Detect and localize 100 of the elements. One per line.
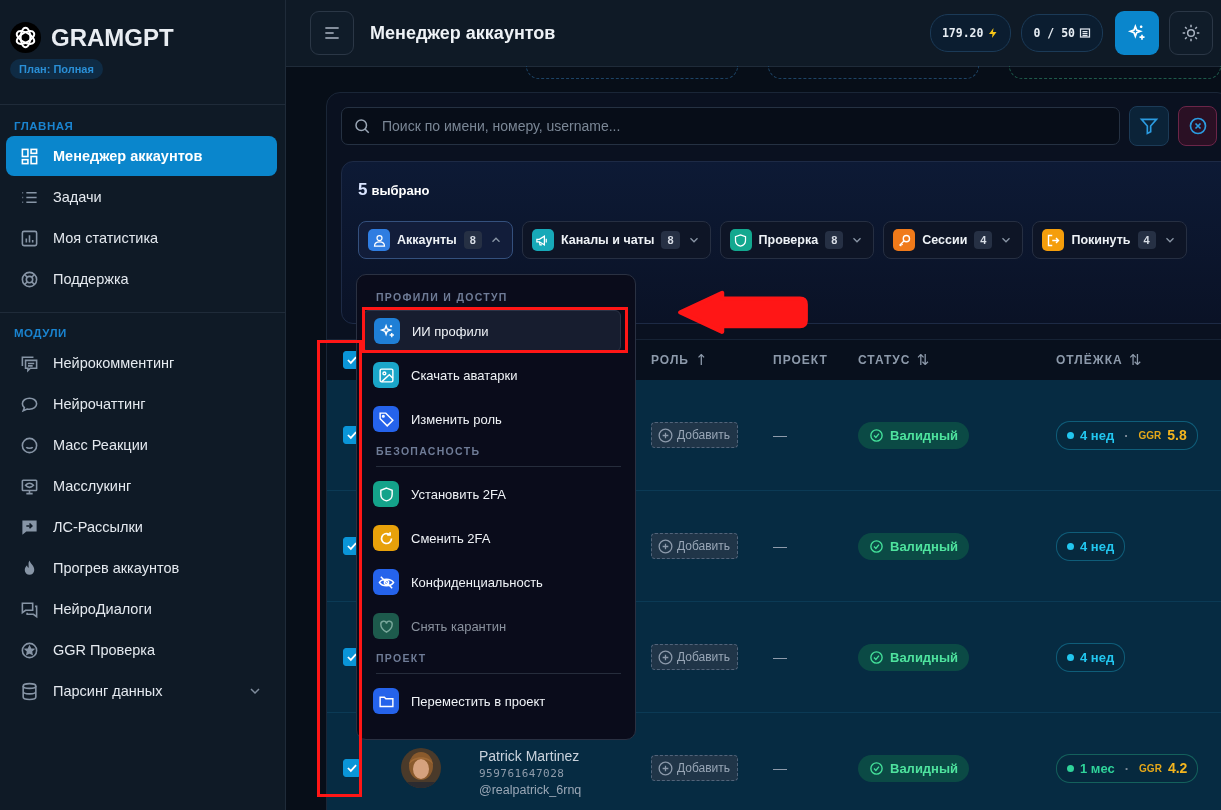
add-role-button[interactable]: Добавить xyxy=(651,755,739,781)
logo-icon xyxy=(10,22,41,53)
chart-icon xyxy=(20,228,39,248)
account-name: Patrick Martinez xyxy=(479,747,581,764)
tag-icon xyxy=(377,410,395,428)
username: @realpatrick_6rnq xyxy=(479,782,583,797)
filter-icon xyxy=(1139,116,1159,136)
nav-item[interactable]: Нейрочаттинг xyxy=(6,384,277,424)
add-role-button[interactable]: Добавить xyxy=(651,644,739,670)
section-heading: МОДУЛИ xyxy=(13,327,68,341)
message-arrow-icon xyxy=(20,517,39,537)
action-group-button[interactable]: Проверка 8 xyxy=(719,221,875,259)
project-cell: — xyxy=(773,538,787,554)
filter-button[interactable] xyxy=(1129,106,1169,146)
status-badge: Валидный xyxy=(858,532,970,560)
check-circle-icon xyxy=(869,760,884,776)
age-badge: 4 нед xyxy=(1056,531,1126,561)
check-circle-icon xyxy=(869,649,884,665)
clear-button[interactable] xyxy=(1178,106,1217,146)
grid-icon xyxy=(20,146,39,166)
selected-count: 5 xyxy=(358,180,368,200)
column-header[interactable]: СТАТУС xyxy=(858,353,911,367)
column-header[interactable]: ОТЛЁЖКА xyxy=(1056,353,1123,367)
eye-off-icon xyxy=(377,573,395,591)
database-icon xyxy=(20,681,39,701)
menu-section-heading: ПРОФИЛИ И ДОСТУП xyxy=(375,290,509,305)
menu-item[interactable]: Скачать аватарки xyxy=(363,354,621,396)
selected-label: выбрано xyxy=(371,183,430,198)
nav-item[interactable]: НейроДиалоги xyxy=(6,589,277,629)
action-group-button[interactable]: Аккаунты 8 xyxy=(358,221,513,259)
nav-item[interactable]: Моя статистика xyxy=(6,218,277,258)
age-badge: 1 мес · GGR 4.2 xyxy=(1056,753,1199,783)
nav-item[interactable]: Прогрев аккаунтов xyxy=(6,548,277,588)
menu-section-heading: ПРОЕКТ xyxy=(375,651,428,666)
list-icon xyxy=(1079,27,1091,39)
theme-toggle-button[interactable] xyxy=(1169,11,1213,55)
nav-item[interactable]: Нейрокомментинг xyxy=(6,343,277,383)
nav-item[interactable]: Масс Реакции xyxy=(6,425,277,465)
plus-circle-icon xyxy=(657,648,674,666)
sparkle-icon xyxy=(378,322,396,340)
exit-icon xyxy=(1045,232,1061,248)
limit-pill: 0 / 50 xyxy=(1021,14,1103,52)
chat-bubble-icon xyxy=(20,394,39,414)
plus-circle-icon xyxy=(657,537,674,555)
sort-icon[interactable]: ⇅ xyxy=(1128,351,1142,369)
status-badge: Валидный xyxy=(858,421,970,449)
ai-button[interactable] xyxy=(1115,11,1159,55)
phone-number: 959761647028 xyxy=(479,766,566,780)
menu-item[interactable]: Переместить в проект xyxy=(363,680,621,722)
menu-section-heading: БЕЗОПАСНОСТЬ xyxy=(375,444,482,459)
check-circle-icon xyxy=(869,538,884,554)
count-badge: 8 xyxy=(661,231,680,249)
action-group-button[interactable]: Сессии 4 xyxy=(883,221,1024,259)
plan-badge: План: Полная xyxy=(10,59,103,79)
section-heading: ГЛАВНАЯ xyxy=(13,120,75,134)
count-badge: 8 xyxy=(463,231,482,249)
add-role-button[interactable]: Добавить xyxy=(651,533,739,559)
balance-pill: 179.20 xyxy=(929,14,1012,52)
plus-circle-icon xyxy=(657,759,674,777)
action-group-button[interactable]: Покинуть 4 xyxy=(1032,221,1187,259)
sort-icon[interactable]: ↑ xyxy=(694,351,708,369)
project-cell: — xyxy=(773,427,787,443)
shield-icon xyxy=(733,232,749,248)
heart-icon xyxy=(377,617,395,635)
column-header[interactable]: ПРОЕКТ xyxy=(773,353,828,367)
dialog-icon xyxy=(20,599,39,619)
nav-item[interactable]: Масслукинг xyxy=(6,466,277,506)
status-badge: Валидный xyxy=(858,754,970,782)
search-field[interactable]: Поиск по имени, номеру, username... xyxy=(341,107,1120,145)
sort-icon[interactable]: ⇅ xyxy=(916,351,930,369)
status-badge: Валидный xyxy=(858,643,970,671)
monitor-eye-icon xyxy=(20,476,39,496)
logo-text: GRAMGPT xyxy=(51,23,174,52)
count-badge: 8 xyxy=(825,231,844,249)
image-icon xyxy=(377,366,395,384)
nav-item[interactable]: GGR Проверка xyxy=(6,630,277,670)
column-header[interactable]: РОЛЬ xyxy=(651,353,689,367)
search-icon xyxy=(353,117,371,135)
close-icon xyxy=(1187,116,1208,136)
menu-item[interactable]: Сменить 2FA xyxy=(363,517,621,559)
action-group-button[interactable]: Каналы и чаты 8 xyxy=(521,221,711,259)
add-role-button[interactable]: Добавить xyxy=(651,422,739,448)
nav-item[interactable]: Парсинг данных xyxy=(6,671,277,711)
smile-icon xyxy=(20,435,39,455)
shield-icon xyxy=(377,485,395,503)
comments-icon xyxy=(20,353,39,373)
check-circle-icon xyxy=(869,427,884,443)
menu-item[interactable]: Изменить роль xyxy=(363,398,621,440)
menu-item[interactable]: Конфиденциальность xyxy=(363,561,621,603)
nav-item[interactable]: Поддержка xyxy=(6,259,277,299)
plus-circle-icon xyxy=(657,426,674,444)
menu-item[interactable]: ИИ профили xyxy=(363,310,621,352)
nav-item[interactable]: Менеджер аккаунтов xyxy=(6,136,277,176)
lifebuoy-icon xyxy=(20,269,39,289)
user-icon xyxy=(371,232,387,248)
nav-item[interactable]: Задачи xyxy=(6,177,277,217)
menu-button[interactable] xyxy=(310,11,354,55)
nav-item[interactable]: ЛС-Рассылки xyxy=(6,507,277,547)
menu-item[interactable]: Установить 2FA xyxy=(363,473,621,515)
project-cell: — xyxy=(773,649,787,665)
